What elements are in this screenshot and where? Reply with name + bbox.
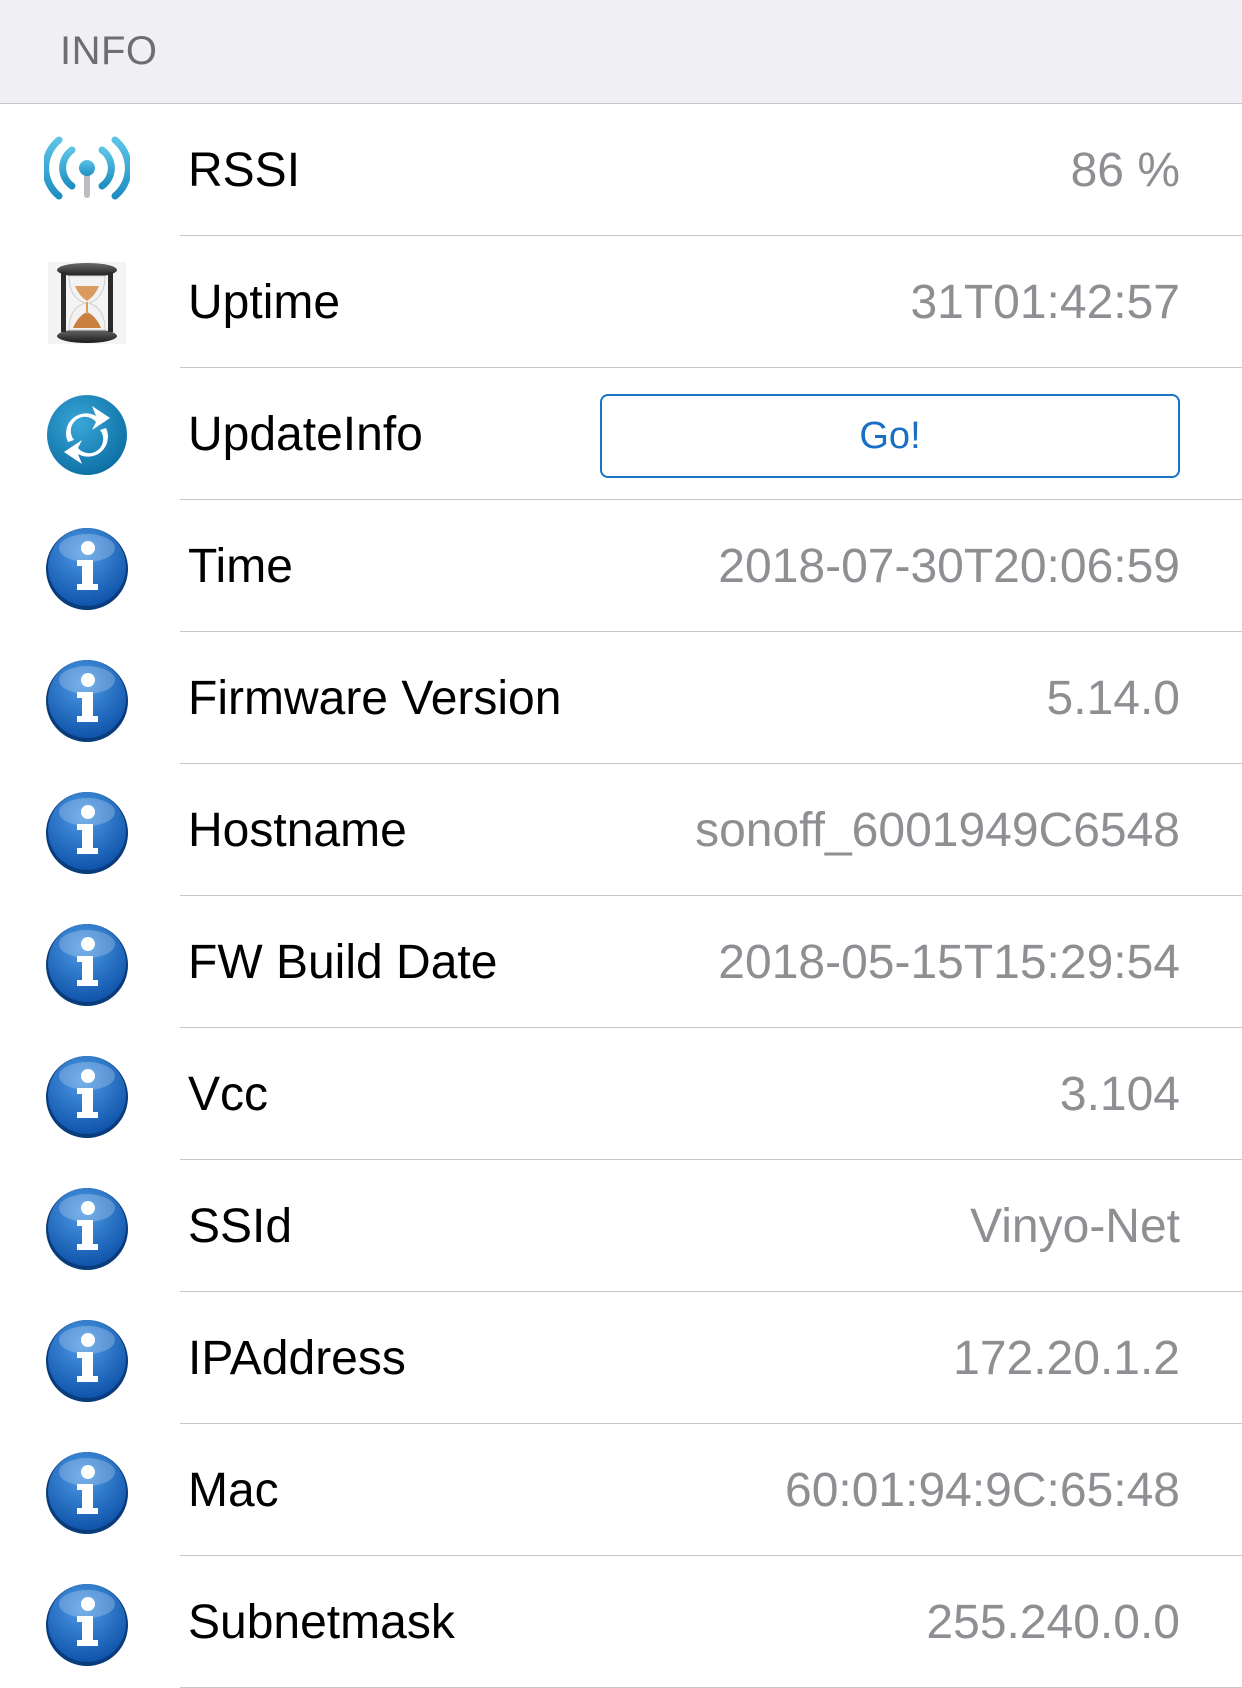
info-icon [44, 788, 130, 874]
go-button[interactable]: Go! [600, 394, 1180, 478]
list-row-time: Time 2018-07-30T20:06:59 [0, 500, 1242, 632]
row-label: Hostname [188, 803, 407, 857]
row-value: 86 % [1070, 143, 1180, 197]
row-label: Uptime [188, 275, 341, 329]
info-icon [44, 656, 130, 742]
row-value: 5.14.0 [1046, 671, 1180, 725]
row-value: 31T01:42:57 [910, 275, 1180, 329]
list-row-mac: Mac 60:01:94:9C:65:48 [0, 1424, 1242, 1556]
go-button-label: Go! [859, 414, 921, 457]
row-value: 60:01:94:9C:65:48 [785, 1463, 1180, 1517]
list-row-ipaddress: IPAddress 172.20.1.2 [0, 1292, 1242, 1424]
info-icon [44, 1316, 130, 1402]
info-icon [44, 1052, 130, 1138]
row-label: Subnetmask [188, 1595, 455, 1649]
hourglass-icon [44, 260, 130, 346]
list-row-rssi: RSSI 86 % [0, 104, 1242, 236]
info-icon [44, 1448, 130, 1534]
row-value: 255.240.0.0 [926, 1595, 1180, 1649]
row-label: UpdateInfo [188, 407, 423, 461]
section-title: INFO [60, 29, 158, 73]
list-row-firmware-version: Firmware Version 5.14.0 [0, 632, 1242, 764]
row-label: Time [188, 539, 293, 593]
row-label: Mac [188, 1463, 279, 1517]
list-row-subnetmask: Subnetmask 255.240.0.0 [0, 1556, 1242, 1688]
section-header: INFO [0, 0, 1242, 104]
wifi-signal-icon [44, 128, 130, 214]
row-label: SSId [188, 1199, 293, 1253]
row-value: 2018-07-30T20:06:59 [718, 539, 1180, 593]
row-label: Firmware Version [188, 671, 562, 725]
row-label: IPAddress [188, 1331, 406, 1385]
list-row-vcc: Vcc 3.104 [0, 1028, 1242, 1160]
row-value: Vinyo-Net [970, 1199, 1180, 1253]
info-icon [44, 1580, 130, 1666]
list-row-ssid: SSId Vinyo-Net [0, 1160, 1242, 1292]
list-row-fw-build-date: FW Build Date 2018-05-15T15:29:54 [0, 896, 1242, 1028]
row-value: 172.20.1.2 [953, 1331, 1180, 1385]
row-label: RSSI [188, 143, 301, 197]
row-label: FW Build Date [188, 935, 498, 989]
row-value: sonoff_6001949C6548 [695, 803, 1180, 857]
refresh-icon [44, 392, 130, 478]
row-value: 3.104 [1059, 1067, 1180, 1121]
row-value: 2018-05-15T15:29:54 [718, 935, 1180, 989]
list-row-uptime: Uptime 31T01:42:57 [0, 236, 1242, 368]
list-row-updateinfo: UpdateInfo Go! [0, 368, 1242, 500]
info-icon [44, 1184, 130, 1270]
row-label: Vcc [188, 1067, 269, 1121]
info-icon [44, 920, 130, 1006]
list-row-hostname: Hostname sonoff_6001949C6548 [0, 764, 1242, 896]
info-list: RSSI 86 % Uptime 31T01:42:57 UpdateInfo … [0, 104, 1242, 1688]
info-icon [44, 524, 130, 610]
